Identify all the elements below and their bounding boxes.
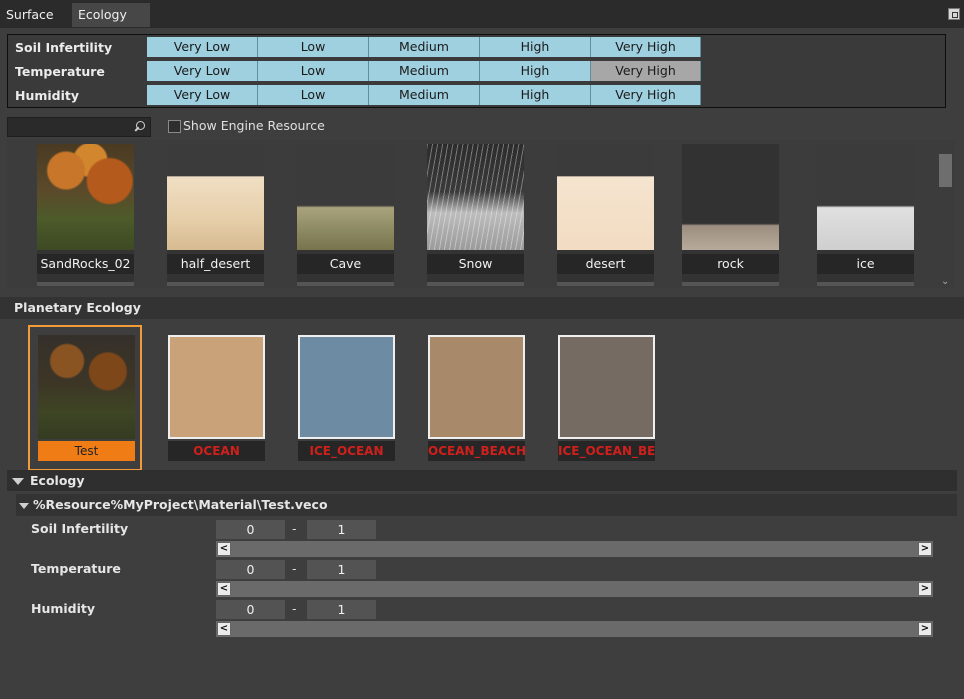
resource-label: SandRocks_02 — [37, 254, 134, 274]
temperature-label: Temperature — [31, 561, 121, 576]
resource-card-cave[interactable]: Cave — [297, 144, 394, 286]
humidity-medium[interactable]: Medium — [369, 85, 480, 105]
eco-card-ocean-beach[interactable]: OCEAN_BEACH — [428, 335, 525, 463]
eco-card-ocean[interactable]: OCEAN — [168, 335, 265, 463]
temperature-max-field[interactable]: 1 — [307, 560, 376, 579]
ice-ocean-beach-swatch — [558, 335, 655, 439]
humidity-min-field[interactable]: 0 — [216, 600, 285, 619]
ocean-beach-swatch — [428, 335, 525, 439]
ecology-path: %Resource%MyProject\Material\Test.veco — [33, 497, 328, 512]
desert-thumbnail — [557, 144, 654, 250]
temperature-high[interactable]: High — [480, 61, 591, 81]
resource-card-sandrocks[interactable]: SandRocks_02 — [37, 144, 134, 286]
resource-gallery: SandRocks_02 half_desert Cave Snow deser… — [7, 140, 955, 288]
eco-label: OCEAN_BEACH — [428, 441, 525, 461]
eco-label: ICE_OCEAN — [298, 441, 395, 461]
show-engine-resource-label: Show Engine Resource — [183, 118, 325, 133]
soil-range-slider[interactable]: < > — [216, 541, 933, 557]
eco-card-test[interactable]: Test — [28, 325, 142, 471]
resource-card-rock[interactable]: rock — [682, 144, 779, 286]
ecology-path-header[interactable]: %Resource%MyProject\Material\Test.veco — [16, 494, 957, 516]
sandrocks-thumbnail — [37, 144, 134, 250]
chevron-left-icon[interactable]: < — [217, 622, 231, 636]
resource-card-ice[interactable]: ice — [817, 144, 914, 286]
resource-label: Snow — [427, 254, 524, 274]
resource-card-snow[interactable]: Snow — [427, 144, 524, 286]
range-separator: - — [292, 601, 297, 616]
chevron-right-icon[interactable]: > — [918, 622, 932, 636]
resource-label: desert — [557, 254, 654, 274]
chevron-left-icon[interactable]: < — [217, 542, 231, 556]
temperature-medium[interactable]: Medium — [369, 61, 480, 81]
row-label-temperature: Temperature — [15, 64, 105, 79]
humidity-label: Humidity — [31, 601, 96, 616]
snow-thumbnail — [427, 144, 524, 250]
range-separator: - — [292, 521, 297, 536]
condition-grid: Soil Infertility Temperature Humidity Ve… — [7, 34, 946, 108]
range-separator: - — [292, 561, 297, 576]
humidity-very-high[interactable]: Very High — [591, 85, 701, 105]
chevron-right-icon[interactable]: > — [918, 542, 932, 556]
temperature-low[interactable]: Low — [258, 61, 369, 81]
row-label-soil: Soil Infertility — [15, 40, 113, 55]
eco-label: OCEAN — [168, 441, 265, 461]
search-input[interactable] — [7, 117, 151, 137]
chevron-down-icon[interactable]: ⌄ — [941, 276, 949, 287]
soil-high[interactable]: High — [480, 37, 591, 57]
soil-medium[interactable]: Medium — [369, 37, 480, 57]
planetary-ecology-header: Planetary Ecology — [0, 297, 964, 319]
resource-card-desert[interactable]: desert — [557, 144, 654, 286]
collapse-triangle-icon[interactable] — [19, 502, 29, 509]
row-label-humidity: Humidity — [15, 88, 80, 103]
humidity-range-slider[interactable]: < > — [216, 621, 933, 637]
resource-label: ice — [817, 254, 914, 274]
rock-thumbnail — [682, 144, 779, 250]
collapse-triangle-icon[interactable] — [12, 478, 24, 485]
resource-label: Cave — [297, 254, 394, 274]
chevron-left-icon[interactable]: < — [217, 582, 231, 596]
humidity-max-field[interactable]: 1 — [307, 600, 376, 619]
temperature-range-slider[interactable]: < > — [216, 581, 933, 597]
eco-card-ice-ocean-beach[interactable]: ICE_OCEAN_BEACH — [558, 335, 655, 463]
temperature-min-field[interactable]: 0 — [216, 560, 285, 579]
soil-infertility-label: Soil Infertility — [31, 521, 129, 536]
soil-very-low[interactable]: Very Low — [147, 37, 258, 57]
eco-label: Test — [38, 441, 135, 461]
ecology-section-title: Ecology — [30, 473, 85, 488]
chevron-right-icon[interactable]: > — [918, 582, 932, 596]
ocean-swatch — [168, 335, 265, 439]
gallery-scrollbar[interactable]: ⌄ — [937, 142, 953, 287]
tab-bar: Surface Ecology — [0, 0, 964, 28]
resource-label: half_desert — [167, 254, 264, 274]
humidity-low[interactable]: Low — [258, 85, 369, 105]
temperature-very-high[interactable]: Very High — [591, 61, 701, 81]
tab-surface[interactable]: Surface — [0, 3, 66, 27]
soil-low[interactable]: Low — [258, 37, 369, 57]
resource-label: rock — [682, 254, 779, 274]
search-icon[interactable] — [131, 119, 149, 135]
soil-min-field[interactable]: 0 — [216, 520, 285, 539]
pin-icon[interactable] — [948, 8, 960, 20]
half-desert-thumbnail — [167, 144, 264, 250]
ice-ocean-swatch — [298, 335, 395, 439]
show-engine-resource-checkbox[interactable] — [168, 120, 181, 133]
ice-thumbnail — [817, 144, 914, 250]
soil-very-high[interactable]: Very High — [591, 37, 701, 57]
ecology-section-header[interactable]: Ecology — [7, 470, 957, 491]
temperature-very-low[interactable]: Very Low — [147, 61, 258, 81]
test-thumbnail — [38, 335, 135, 439]
scrollbar-thumb[interactable] — [939, 154, 952, 187]
tab-ecology[interactable]: Ecology — [72, 3, 150, 27]
eco-card-ice-ocean[interactable]: ICE_OCEAN — [298, 335, 395, 463]
resource-card-half-desert[interactable]: half_desert — [167, 144, 264, 286]
cave-thumbnail — [297, 144, 394, 250]
eco-label: ICE_OCEAN_BEACH — [558, 441, 655, 461]
humidity-high[interactable]: High — [480, 85, 591, 105]
humidity-very-low[interactable]: Very Low — [147, 85, 258, 105]
soil-max-field[interactable]: 1 — [307, 520, 376, 539]
